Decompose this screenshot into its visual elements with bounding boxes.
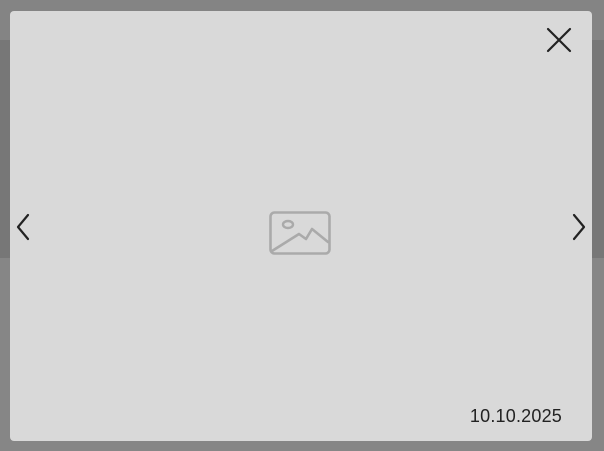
chevron-right-icon [572, 213, 586, 241]
next-image-button[interactable] [566, 209, 592, 245]
image-date: 10.10.2025 [469, 406, 562, 426]
previous-image-button[interactable] [10, 209, 36, 245]
close-icon [546, 27, 572, 53]
chevron-left-icon [16, 213, 30, 241]
close-button[interactable] [543, 24, 575, 56]
image-lightbox: 10.10.2025 [10, 11, 592, 441]
image-placeholder-icon [269, 211, 331, 255]
